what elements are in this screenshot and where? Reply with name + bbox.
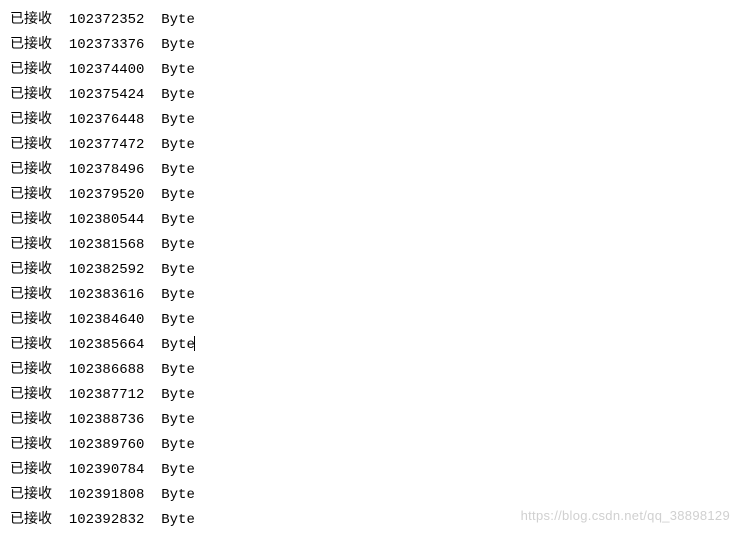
log-value: 102381568 xyxy=(69,233,145,258)
log-line: 已接收 102387712 Byte xyxy=(10,383,728,408)
log-label: 已接收 xyxy=(10,233,52,258)
log-value: 102389760 xyxy=(69,433,145,458)
log-unit: Byte xyxy=(161,33,195,58)
log-value: 102374400 xyxy=(69,58,145,83)
log-unit: Byte xyxy=(161,483,195,508)
log-line: 已接收 102374400 Byte xyxy=(10,58,728,83)
log-label: 已接收 xyxy=(10,258,52,283)
log-label: 已接收 xyxy=(10,508,52,533)
log-label: 已接收 xyxy=(10,183,52,208)
log-value: 102384640 xyxy=(69,308,145,333)
log-unit: Byte xyxy=(161,383,195,408)
log-unit: Byte xyxy=(161,358,195,383)
log-line: 已接收 102378496 Byte xyxy=(10,158,728,183)
log-label: 已接收 xyxy=(10,283,52,308)
log-label: 已接收 xyxy=(10,108,52,133)
log-line: 已接收 102377472 Byte xyxy=(10,133,728,158)
log-value: 102382592 xyxy=(69,258,145,283)
log-line: 已接收 102383616 Byte xyxy=(10,283,728,308)
log-line: 已接收 102392832 Byte xyxy=(10,508,728,533)
log-unit: Byte xyxy=(161,83,195,108)
log-line: 已接收 102388736 Byte xyxy=(10,408,728,433)
log-value: 102377472 xyxy=(69,133,145,158)
log-line: 已接收 102386688 Byte xyxy=(10,358,728,383)
log-line: 已接收 102391808 Byte xyxy=(10,483,728,508)
log-value: 102375424 xyxy=(69,83,145,108)
log-label: 已接收 xyxy=(10,358,52,383)
log-unit: Byte xyxy=(161,308,195,333)
log-label: 已接收 xyxy=(10,58,52,83)
log-line: 已接收 102380544 Byte xyxy=(10,208,728,233)
log-unit: Byte xyxy=(161,133,195,158)
log-line: 已接收 102381568 Byte xyxy=(10,233,728,258)
log-line: 已接收 102379520 Byte xyxy=(10,183,728,208)
log-label: 已接收 xyxy=(10,483,52,508)
log-unit: Byte xyxy=(161,433,195,458)
log-label: 已接收 xyxy=(10,308,52,333)
log-label: 已接收 xyxy=(10,33,52,58)
log-line: 已接收 102389760 Byte xyxy=(10,433,728,458)
log-label: 已接收 xyxy=(10,133,52,158)
log-label: 已接收 xyxy=(10,433,52,458)
log-unit: Byte xyxy=(161,158,195,183)
log-value: 102386688 xyxy=(69,358,145,383)
log-unit: Byte xyxy=(161,208,195,233)
log-value: 102372352 xyxy=(69,8,145,33)
log-unit: Byte xyxy=(161,183,195,208)
log-line: 已接收 102376448 Byte xyxy=(10,108,728,133)
log-line: 已接收 102384640 Byte xyxy=(10,308,728,333)
log-unit: Byte xyxy=(161,283,195,308)
log-value: 102392832 xyxy=(69,508,145,533)
log-label: 已接收 xyxy=(10,208,52,233)
log-line: 已接收 102373376 Byte xyxy=(10,33,728,58)
log-unit: Byte xyxy=(161,458,195,483)
log-label: 已接收 xyxy=(10,333,52,358)
log-value: 102373376 xyxy=(69,33,145,58)
log-unit: Byte xyxy=(161,408,195,433)
log-value: 102390784 xyxy=(69,458,145,483)
log-label: 已接收 xyxy=(10,383,52,408)
log-line: 已接收 102385664 Byte xyxy=(10,333,728,358)
text-cursor xyxy=(194,336,195,351)
log-unit: Byte xyxy=(161,233,195,258)
log-unit: Byte xyxy=(161,508,195,533)
log-label: 已接收 xyxy=(10,83,52,108)
log-label: 已接收 xyxy=(10,158,52,183)
log-line: 已接收 102372352 Byte xyxy=(10,8,728,33)
log-value: 102376448 xyxy=(69,108,145,133)
log-value: 102379520 xyxy=(69,183,145,208)
log-unit: Byte xyxy=(161,258,195,283)
log-value: 102387712 xyxy=(69,383,145,408)
log-value: 102388736 xyxy=(69,408,145,433)
log-value: 102378496 xyxy=(69,158,145,183)
log-value: 102391808 xyxy=(69,483,145,508)
log-line: 已接收 102375424 Byte xyxy=(10,83,728,108)
log-unit: Byte xyxy=(161,108,195,133)
log-value: 102385664 xyxy=(69,333,145,358)
console-output: 已接收 102372352 Byte已接收 102373376 Byte已接收 … xyxy=(10,8,728,533)
log-label: 已接收 xyxy=(10,8,52,33)
log-line: 已接收 102382592 Byte xyxy=(10,258,728,283)
log-unit: Byte xyxy=(161,333,195,358)
log-unit: Byte xyxy=(161,8,195,33)
log-line: 已接收 102390784 Byte xyxy=(10,458,728,483)
log-label: 已接收 xyxy=(10,458,52,483)
log-value: 102383616 xyxy=(69,283,145,308)
log-unit: Byte xyxy=(161,58,195,83)
log-label: 已接收 xyxy=(10,408,52,433)
log-value: 102380544 xyxy=(69,208,145,233)
